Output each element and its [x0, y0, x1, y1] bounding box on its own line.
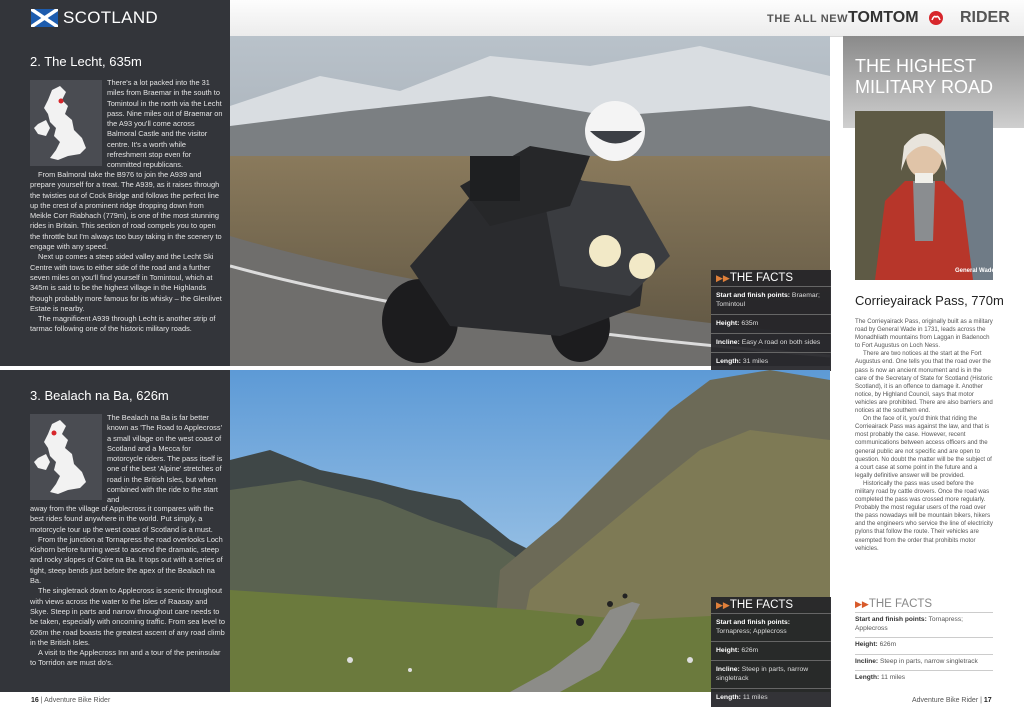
sidebar-title: THE HIGHEST MILITARY ROAD [855, 56, 994, 97]
fact-label: Incline: [716, 339, 740, 346]
fact-value: Steep in parts, narrow singletrack [879, 657, 978, 665]
paragraph: From the junction at Tornapress the road… [30, 534, 223, 586]
facts-heading-text: THE FACTS [729, 272, 794, 284]
fact-label: Start and finish points: [855, 616, 927, 623]
double-chevron-icon: ▶▶ [716, 273, 730, 283]
fact-value: Tornapress; Applecross [716, 628, 787, 635]
brand-suffix: RIDER [960, 9, 1010, 26]
paragraph: Next up comes a steep sided valley and t… [30, 252, 222, 313]
page-number: 16 [31, 697, 39, 704]
footer-separator: | [40, 697, 43, 704]
fact-value: 626m [879, 641, 897, 648]
facts-box-sidebar: ▶▶THE FACTS Start and finish points: Tor… [855, 596, 993, 687]
facts-heading-text: THE FACTS [729, 599, 794, 611]
fact-value: 11 miles [881, 674, 906, 681]
uk-map-icon [34, 86, 86, 160]
route-body-lecht: From Balmoral take the B976 to join the … [30, 170, 225, 335]
fact-incline: Incline: Steep in parts, narrow singletr… [711, 660, 831, 688]
fact-label: Start and finish points: [716, 292, 791, 299]
footer-left: 16 | Adventure Bike Rider [31, 697, 110, 704]
fact-value: 626m [741, 647, 759, 654]
paragraph: A visit to the Applecross Inn and a tour… [30, 648, 221, 668]
paragraph: There are two notices at the start at th… [855, 350, 993, 415]
fact-incline: Incline: Steep in parts, narrow singletr… [855, 653, 993, 671]
sidebar-subtitle: Corrieyairack Pass, 770m [855, 293, 1004, 308]
fact-height: Height: 626m [711, 641, 831, 660]
route-intro-lecht: There's a lot packed into the 31 miles f… [107, 78, 225, 171]
paragraph: On the face of it, you'd think that ridi… [855, 415, 992, 479]
fact-length: Length: 11 miles [711, 688, 831, 707]
fact-length: Length: 11 miles [855, 670, 993, 687]
route-title-bealach: 3. Bealach na Ba, 626m [30, 388, 169, 403]
footer-right: Adventure Bike Rider | 17 [912, 697, 992, 704]
page-header: SCOTLAND THE ALL NEW TOMTOM RIDER [0, 0, 1024, 37]
page-number: 17 [983, 697, 992, 704]
facts-heading: ▶▶THE FACTS [711, 597, 831, 613]
magazine-name: Adventure Bike Rider [912, 697, 979, 704]
intro-text: The Bealach na Ba is far better known as… [107, 413, 223, 505]
fact-label: Length: [716, 694, 741, 701]
paragraph: The Corrieyairack Pass, originally built… [855, 318, 993, 350]
fact-length: Length: 31 miles [711, 352, 831, 371]
double-chevron-icon: ▶▶ [716, 600, 730, 610]
fact-label: Incline: [716, 666, 740, 673]
fact-label: Height: [855, 641, 878, 648]
fact-label: Height: [716, 647, 740, 654]
magazine-name: Adventure Bike Rider [44, 697, 111, 704]
paragraph: The singletrack down to Applecross is sc… [30, 586, 225, 647]
intro-text: There's a lot packed into the 31 miles f… [107, 78, 223, 170]
fact-start: Start and finish points: Braemar; Tomint… [711, 286, 831, 314]
paragraph: away from the village of Applecross it c… [30, 504, 214, 534]
fact-height: Height: 635m [711, 314, 831, 333]
general-wade-portrait [855, 111, 993, 280]
fact-value: 635m [741, 320, 759, 327]
route-title-lecht: 2. The Lecht, 635m [30, 54, 142, 69]
portrait-painting [855, 111, 993, 280]
route-body-bealach: away from the village of Applecross it c… [30, 504, 225, 669]
fact-value: 11 miles [742, 694, 768, 701]
uk-locator-map-bealach [30, 414, 102, 500]
uk-map-icon [34, 420, 86, 494]
fact-incline: Incline: Easy A road on both sides [711, 333, 831, 352]
paragraph: From Balmoral take the B976 to join the … [30, 170, 222, 252]
uk-locator-map-lecht [30, 80, 102, 166]
fact-height: Height: 626m [855, 637, 993, 654]
fact-start: Start and finish points: Tornapress; App… [711, 613, 831, 641]
double-chevron-icon: ▶▶ [855, 599, 869, 609]
brand-logo: TOMTOM [848, 9, 919, 27]
portrait-caption: General Wade [955, 268, 995, 274]
fact-label: Height: [716, 320, 740, 327]
fact-value: 31 miles [742, 358, 769, 365]
facts-heading: ▶▶THE FACTS [711, 270, 831, 286]
sidebar-body: The Corrieyairack Pass, originally built… [855, 318, 993, 553]
fact-label: Incline: [855, 657, 879, 665]
header-tagline: THE ALL NEW [767, 13, 849, 25]
fact-label: Length: [855, 674, 880, 681]
paragraph: Historically the pass was used before th… [855, 479, 993, 552]
section-label: SCOTLAND [63, 8, 158, 27]
fact-label: Start and finish points: [716, 619, 791, 626]
fact-label: Length: [716, 358, 741, 365]
saltire-flag-icon [31, 9, 58, 27]
tomtom-hands-icon [929, 11, 943, 25]
brand-name: TOMTOM [848, 9, 919, 26]
paragraph: The magnificent A939 through Lecht is an… [30, 314, 216, 334]
fact-value: Easy A road on both sides [741, 339, 821, 346]
fact-start: Start and finish points: Tornapress; App… [855, 612, 993, 637]
footer-separator: | [980, 697, 982, 704]
route-intro-bealach: The Bealach na Ba is far better known as… [107, 413, 225, 506]
facts-box-bealach: ▶▶THE FACTS Start and finish points: Tor… [711, 597, 831, 707]
facts-heading-text: THE FACTS [868, 598, 933, 610]
facts-heading: ▶▶THE FACTS [855, 596, 993, 612]
facts-box-lecht: ▶▶THE FACTS Start and finish points: Bra… [711, 270, 831, 371]
